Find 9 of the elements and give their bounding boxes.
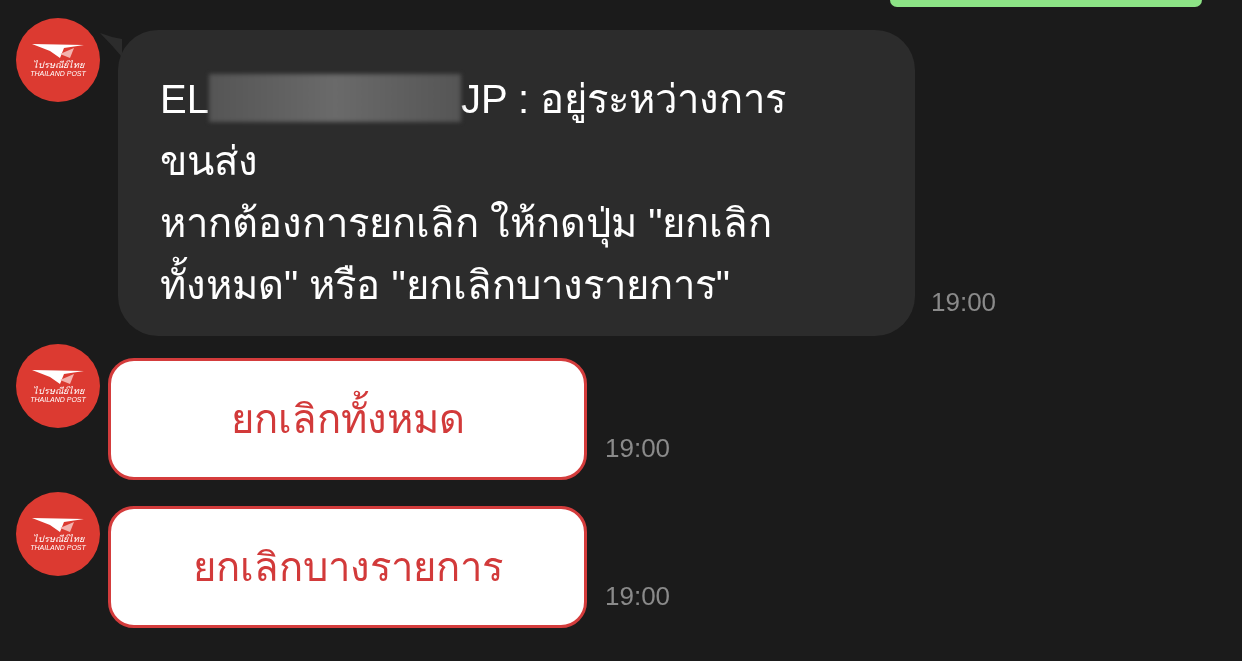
quick-reply-button[interactable]: ยกเลิกทั้งหมด: [108, 358, 587, 480]
logo-text: ไปรษณีย์ไทย: [32, 60, 84, 70]
logo-text: ไปรษณีย์ไทย: [32, 534, 84, 544]
quick-reply-button[interactable]: ยกเลิกบางรายการ: [108, 506, 587, 628]
message-time: 19:00: [931, 286, 997, 319]
message-time: 19:00: [605, 580, 671, 613]
message-text: EL JP : อยู่ระหว่างการขนส่ง หากต้องการยกเลิก ให้กดปุ่ม "ยกเลิกทั้งหมด" หรือ "ยกเลิกบางรายการ": [160, 68, 873, 316]
message-time: 19:00: [605, 432, 671, 465]
logo-text: ไปรษณีย์ไทย: [32, 386, 84, 396]
